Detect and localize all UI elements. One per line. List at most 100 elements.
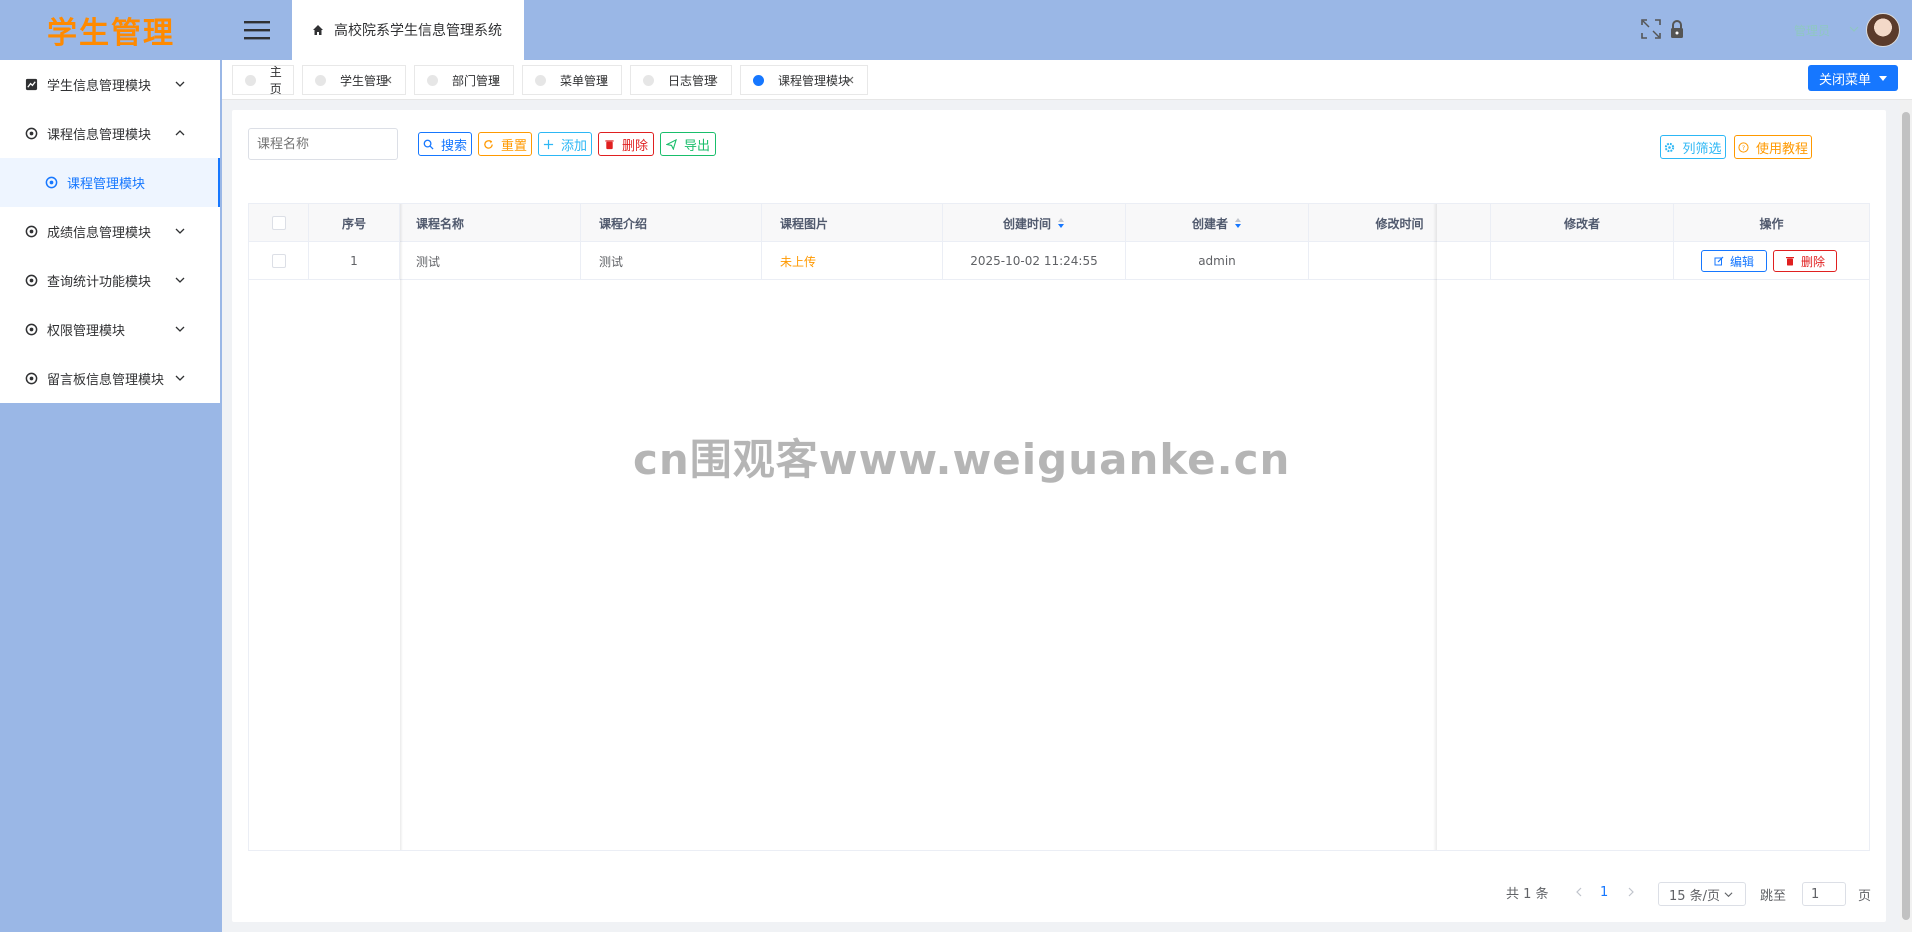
svg-text:?: ? (1742, 143, 1745, 151)
page-unit-label: 页 (1858, 888, 1872, 904)
fullscreen-icon[interactable] (1640, 18, 1662, 40)
sidebar-item-message-board[interactable]: 留言板信息管理模块 (0, 354, 220, 403)
gear-icon (24, 274, 38, 288)
tab-log-management[interactable]: 日志管理 (630, 65, 732, 95)
tab-home[interactable]: 主页 (232, 65, 294, 96)
sidebar-item-grade-info[interactable]: 成绩信息管理模块 (0, 207, 220, 256)
row-checkbox[interactable] (271, 254, 286, 268)
gear-icon (1665, 142, 1675, 152)
chevron-up-icon (175, 130, 185, 136)
sidebar-item-label: 查询统计功能模块 (47, 275, 152, 290)
plus-icon (543, 139, 554, 149)
page-scrollbar[interactable] (1900, 100, 1912, 932)
column-filter-button[interactable]: 列筛选 (1660, 135, 1726, 159)
goto-page-input[interactable]: 1 (1802, 882, 1846, 906)
sidebar-item-course-management[interactable]: 课程管理模块 (0, 158, 220, 207)
tab-menu-management[interactable]: 菜单管理 (522, 65, 622, 95)
caret-down-icon (1879, 76, 1887, 81)
select-all-checkbox[interactable] (271, 216, 286, 230)
content-card: 搜索 重置 添加 删除 导出 列筛选 ? 使用教程 序号 课程名称 课程介绍 课… (232, 110, 1886, 922)
header-created-at[interactable]: 创建时间 (943, 204, 1126, 242)
system-title: 高校院系学生信息管理系统 (334, 23, 502, 39)
cell-modified-at (1309, 242, 1491, 280)
chart-icon (24, 78, 38, 92)
gear-icon (24, 323, 38, 337)
system-title-tab[interactable]: 高校院系学生信息管理系统 (292, 0, 524, 60)
close-icon[interactable] (845, 75, 855, 85)
chevron-down-icon[interactable] (1849, 24, 1859, 34)
gear-icon (44, 176, 58, 190)
edit-button-label: 编辑 (1729, 254, 1754, 269)
sidebar-item-permissions[interactable]: 权限管理模块 (0, 305, 220, 354)
user-name[interactable]: 管理员 (1794, 22, 1830, 39)
header-actions: 操作 (1759, 216, 1784, 231)
send-icon (665, 138, 677, 150)
page-number-current[interactable]: 1 (1600, 880, 1608, 904)
lock-icon[interactable] (1666, 18, 1688, 40)
chevron-down-icon (175, 277, 185, 283)
page-size-select[interactable]: 15 条/页 (1658, 882, 1746, 906)
cell-course-image: 未上传 (762, 242, 943, 280)
edit-button[interactable]: 编辑 (1701, 250, 1767, 272)
close-icon[interactable] (709, 75, 719, 85)
tab-course-management[interactable]: 课程管理模块 (740, 65, 868, 95)
sidebar-item-label: 课程管理模块 (67, 177, 146, 192)
goto-label: 跳至 (1760, 888, 1787, 904)
header-select-all[interactable] (249, 204, 309, 242)
sidebar-menu: 学生信息管理模块 课程信息管理模块 课程管理模块 成绩信息管理模块 查询统计功能… (0, 60, 220, 403)
cell-course-intro: 测试 (581, 242, 762, 280)
tutorial-button[interactable]: ? 使用教程 (1734, 135, 1812, 159)
cell-creator: admin (1126, 242, 1309, 280)
course-table: 序号 课程名称 课程介绍 课程图片 创建时间 创建者 修改时间 修改者 操作 1… (248, 203, 1870, 851)
close-icon[interactable] (599, 75, 609, 85)
prev-page-icon[interactable] (1574, 887, 1584, 897)
edit-icon (1714, 256, 1724, 266)
export-button-label: 导出 (683, 138, 710, 154)
home-icon (313, 25, 323, 35)
close-icon[interactable] (383, 75, 393, 85)
delete-button[interactable]: 删除 (598, 132, 654, 156)
pagination-total: 共 1 条 (1506, 886, 1549, 902)
sidebar-item-label: 成绩信息管理模块 (47, 226, 152, 241)
header-creator[interactable]: 创建者 (1126, 204, 1309, 242)
close-menu-button[interactable]: 关闭菜单 (1808, 65, 1898, 91)
tab-student-management[interactable]: 学生管理 (302, 65, 406, 95)
next-page-icon[interactable] (1626, 887, 1636, 897)
close-menu-label: 关闭菜单 (1818, 72, 1871, 88)
tab-department-management[interactable]: 部门管理 (414, 65, 514, 95)
chevron-down-icon (1724, 891, 1733, 897)
sidebar: 学生管理 学生信息管理模块 课程信息管理模块 课程管理模块 成绩信息管理模块 查… (0, 0, 222, 932)
cell-created-at: 2025-10-02 11:24:55 (943, 242, 1126, 280)
sidebar-item-student-info[interactable]: 学生信息管理模块 (0, 60, 220, 109)
export-button[interactable]: 导出 (660, 132, 716, 156)
chevron-down-icon (175, 81, 185, 87)
reset-button-label: 重置 (500, 138, 527, 154)
reset-button[interactable]: 重置 (478, 132, 532, 156)
row-delete-button[interactable]: 删除 (1773, 250, 1837, 272)
chevron-down-icon (175, 228, 185, 234)
column-filter-label: 列筛选 (1682, 141, 1722, 157)
tab-status-dot (315, 74, 326, 86)
scrollbar-thumb[interactable] (1902, 112, 1910, 920)
course-name-search-input[interactable] (248, 128, 398, 160)
sidebar-item-query-stats[interactable]: 查询统计功能模块 (0, 256, 220, 305)
sidebar-item-label: 课程信息管理模块 (47, 128, 152, 143)
trash-icon (605, 139, 614, 149)
sidebar-item-label: 留言板信息管理模块 (47, 373, 165, 388)
sort-icon[interactable] (1234, 217, 1242, 229)
row-select[interactable] (249, 242, 309, 280)
gear-icon (24, 127, 38, 141)
add-button[interactable]: 添加 (538, 132, 592, 156)
header-modified-at: 修改时间 (1309, 204, 1491, 242)
sidebar-item-label: 权限管理模块 (47, 324, 126, 339)
hamburger-menu-icon[interactable] (244, 19, 270, 41)
sort-icon[interactable] (1057, 217, 1065, 229)
sidebar-item-course-info[interactable]: 课程信息管理模块 (0, 109, 220, 158)
close-icon[interactable] (491, 75, 501, 85)
tab-label: 主页 (269, 65, 282, 96)
gear-icon (24, 225, 38, 239)
tab-status-dot (245, 74, 256, 86)
row-delete-label: 删除 (1800, 254, 1825, 269)
avatar[interactable] (1866, 13, 1900, 47)
search-button[interactable]: 搜索 (418, 132, 472, 156)
